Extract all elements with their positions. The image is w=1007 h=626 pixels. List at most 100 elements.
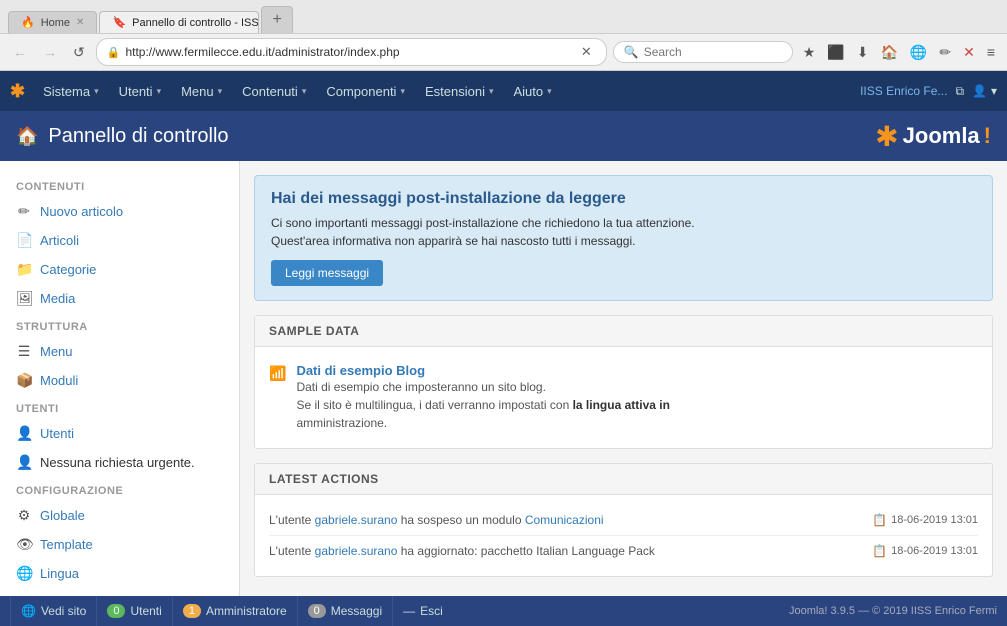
bookmark-star-button[interactable]: ★ <box>799 42 820 63</box>
latest-actions-body: L'utente gabriele.surano ha sospeso un m… <box>255 495 992 576</box>
close-browser-button[interactable]: ✕ <box>959 42 979 63</box>
footer-item-utenti[interactable]: 0 Utenti <box>97 596 172 626</box>
sidebar-item-articoli[interactable]: 📄 Articoli <box>0 226 239 255</box>
joomla-exclaim-text: ! <box>984 123 991 149</box>
search-bar[interactable]: 🔍 <box>613 41 793 63</box>
sidebar-item-lingua[interactable]: 🌐 Lingua <box>0 559 239 588</box>
topbar-user-menu[interactable]: 👤 ▾ <box>972 84 997 98</box>
sidebar-link-menu[interactable]: Menu <box>40 344 73 359</box>
sidebar-section-struttura-title: STRUTTURA <box>0 313 239 337</box>
tab-home-close[interactable]: ✕ <box>76 17 84 28</box>
action-text-2: L'utente gabriele.surano ha aggiornato: … <box>269 544 872 558</box>
address-action-btn[interactable]: ✕ <box>577 42 596 62</box>
action-time-1: 📋 18-06-2019 13:01 <box>872 513 978 527</box>
sidebar-item-moduli[interactable]: 📦 Moduli <box>0 366 239 395</box>
globe-button[interactable]: 🌐 <box>906 42 931 63</box>
action2-before: L'utente <box>269 544 315 558</box>
footer-admin-label: Amministratore <box>206 604 287 618</box>
sidebar-item-globale[interactable]: ⚙ Globale <box>0 501 239 530</box>
topbar-item-componenti[interactable]: Componenti ▾ <box>316 71 415 111</box>
sidebar-link-nuovo-articolo[interactable]: Nuovo articolo <box>40 204 123 219</box>
topbar-aiuto-label: Aiuto <box>514 84 544 99</box>
action1-module-link[interactable]: Comunicazioni <box>525 513 604 527</box>
download-button[interactable]: ⬇ <box>853 42 873 63</box>
user2-icon: 👤 <box>16 454 32 471</box>
user-caret-icon: ▾ <box>991 84 997 98</box>
sidebar-no-requests-label: Nessuna richiesta urgente. <box>40 455 195 470</box>
search-icon: 🔍 <box>624 45 639 59</box>
joomla-asterisk-icon: ✱ <box>875 120 898 153</box>
sidebar-link-utenti[interactable]: Utenti <box>40 426 74 441</box>
footer-vedi-sito-label: Vedi sito <box>41 604 86 618</box>
sidebar-link-categorie[interactable]: Categorie <box>40 262 96 277</box>
topbar-item-menu[interactable]: Menu ▾ <box>171 71 232 111</box>
menu-caret: ▾ <box>218 86 223 97</box>
tab-new[interactable]: + <box>261 6 292 33</box>
action1-before: L'utente <box>269 513 315 527</box>
sample-data-box: SAMPLE DATA 📶 Dati di esempio Blog Dati … <box>254 315 993 449</box>
user-icon: 👤 <box>16 425 32 442</box>
folder-icon: 📁 <box>16 261 32 278</box>
address-bar[interactable]: 🔒 http://www.fermilecce.edu.it/administr… <box>96 38 607 66</box>
sidebar-section-utenti-title: UTENTI <box>0 395 239 419</box>
sidebar-link-lingua[interactable]: Lingua <box>40 566 79 581</box>
footer-item-amministratore[interactable]: 1 Amministratore <box>173 596 298 626</box>
topbar-item-utenti[interactable]: Utenti ▾ <box>109 71 172 111</box>
estensioni-caret: ▾ <box>489 86 494 97</box>
sample-item-blog: 📶 Dati di esempio Blog Dati di esempio c… <box>269 357 978 438</box>
sidebar-link-articoli[interactable]: Articoli <box>40 233 79 248</box>
topbar-item-sistema[interactable]: Sistema ▾ <box>33 71 109 111</box>
footer-item-messaggi[interactable]: 0 Messaggi <box>298 596 393 626</box>
site-external-icon: ⧉ <box>955 84 964 99</box>
sidebar-link-template[interactable]: Template <box>40 537 93 552</box>
menu-button[interactable]: ≡ <box>983 42 999 62</box>
forward-button[interactable]: → <box>38 42 62 62</box>
read-messages-button[interactable]: Leggi messaggi <box>271 260 383 286</box>
back-button[interactable]: ← <box>8 42 32 62</box>
sidebar-item-menu[interactable]: ☰ Menu <box>0 337 239 366</box>
footer-item-esci[interactable]: — Esci <box>393 596 453 626</box>
sidebar-section-contenuti-title: CONTENUTI <box>0 173 239 197</box>
sidebar-item-media[interactable]: 🖼 Media <box>0 284 239 313</box>
search-input[interactable] <box>644 45 764 59</box>
joomla-small-logo: ✱ <box>10 81 25 102</box>
browser-nav-bar: ← → ↺ 🔒 http://www.fermilecce.edu.it/adm… <box>0 34 1007 71</box>
joomla-topbar: ✱ Sistema ▾ Utenti ▾ Menu ▾ Contenuti ▾ … <box>0 71 1007 111</box>
sidebar: CONTENUTI ✏ Nuovo articolo 📄 Articoli 📁 … <box>0 161 240 596</box>
footer-esci-label: Esci <box>420 604 443 618</box>
sample-data-body: 📶 Dati di esempio Blog Dati di esempio c… <box>255 347 992 448</box>
footer-item-vedi-sito[interactable]: 🌐 Vedi sito <box>10 596 97 626</box>
contenuti-caret: ▾ <box>302 86 307 97</box>
tab-home[interactable]: 🔥 Home ✕ <box>8 11 97 33</box>
tab-pannello-label: Pannello di controllo - ISS... <box>132 17 259 29</box>
sidebar-item-utenti[interactable]: 👤 Utenti <box>0 419 239 448</box>
header-home-icon[interactable]: 🏠 <box>16 126 38 147</box>
tab-pannello[interactable]: 🔖 Pannello di controllo - ISS... ✕ <box>99 11 259 33</box>
topbar-item-contenuti[interactable]: Contenuti ▾ <box>232 71 316 111</box>
refresh-button[interactable]: ↺ <box>68 42 90 63</box>
action-time-2: 📋 18-06-2019 13:01 <box>872 544 978 558</box>
admin-badge: 1 <box>183 604 201 618</box>
sample-desc-line2: Se il sito è multilingua, i dati verrann… <box>296 398 569 412</box>
edit-button[interactable]: ✏ <box>935 42 955 63</box>
shield-button[interactable]: ⬛ <box>823 42 848 63</box>
site-name-link[interactable]: IISS Enrico Fe... <box>860 84 947 98</box>
clock-icon-1: 📋 <box>872 513 887 527</box>
main-layout: CONTENUTI ✏ Nuovo articolo 📄 Articoli 📁 … <box>0 161 1007 596</box>
sample-blog-link[interactable]: Dati di esempio Blog <box>296 363 425 378</box>
topbar-item-estensioni[interactable]: Estensioni ▾ <box>415 71 504 111</box>
footer-copyright: Joomla! 3.9.5 — © 2019 IISS Enrico Fermi <box>789 605 997 617</box>
action2-user-link[interactable]: gabriele.surano <box>315 544 398 558</box>
sidebar-item-template[interactable]: 👁 Template <box>0 530 239 559</box>
sidebar-item-categorie[interactable]: 📁 Categorie <box>0 255 239 284</box>
sidebar-link-moduli[interactable]: Moduli <box>40 373 78 388</box>
sidebar-link-globale[interactable]: Globale <box>40 508 85 523</box>
topbar-item-aiuto[interactable]: Aiuto ▾ <box>504 71 562 111</box>
clock-icon-2: 📋 <box>872 544 887 558</box>
edit-icon: ✏ <box>16 203 32 220</box>
content-area: Hai dei messaggi post-installazione da l… <box>240 161 1007 596</box>
home-browser-button[interactable]: 🏠 <box>876 42 901 63</box>
sidebar-link-media[interactable]: Media <box>40 291 75 306</box>
action1-user-link[interactable]: gabriele.surano <box>315 513 398 527</box>
sidebar-item-nuovo-articolo[interactable]: ✏ Nuovo articolo <box>0 197 239 226</box>
